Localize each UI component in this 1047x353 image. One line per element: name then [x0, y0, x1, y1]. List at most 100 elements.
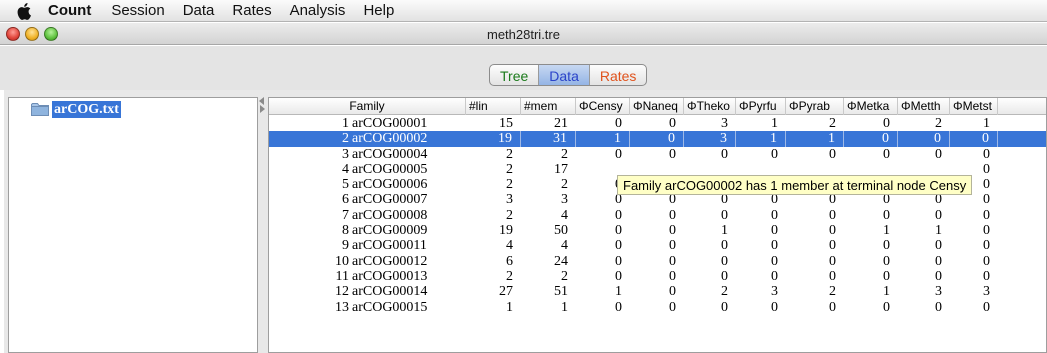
family-cell: 5 arCOG00006 [269, 177, 466, 192]
value-cell: 0 [669, 223, 676, 239]
table-row[interactable]: 12 arCOG00014 27 51 1 0 2 3 2 1 3 3 [269, 284, 1046, 299]
family-cell: 11 arCOG00013 [269, 269, 466, 284]
column-header-col7[interactable]: ΦPyrab [786, 98, 844, 115]
value-cell: 0 [935, 238, 942, 254]
value-cell: 0 [615, 238, 622, 254]
value-cell: 0 [829, 299, 836, 315]
apple-icon[interactable] [14, 2, 36, 20]
table-row[interactable]: 3 arCOG00004 2 2 0 0 0 0 0 0 0 0 [269, 147, 1046, 162]
column-header-col4[interactable]: ΦNaneq [630, 98, 684, 115]
value-cell: 0 [721, 253, 728, 269]
value-cell: 0 [771, 223, 778, 239]
tab-tree[interactable]: Tree [490, 65, 540, 85]
menu-analysis[interactable]: Analysis [290, 2, 346, 19]
menu-bar: Count Session Data Rates Analysis Help [0, 0, 1047, 22]
table-body: 1 arCOG00001 15 21 0 0 3 1 2 0 2 1 2 arCOG00002 19 31 1 0… [269, 116, 1046, 315]
menu-help[interactable]: Help [363, 2, 394, 19]
value-cell: 0 [669, 284, 676, 300]
value-cell: 0 [883, 116, 890, 131]
family-cell: 3 arCOG00004 [269, 147, 466, 162]
tab-data[interactable]: Data [539, 65, 590, 85]
menu-count[interactable]: Count [48, 2, 91, 19]
column-header-col5[interactable]: ΦTheko [684, 98, 736, 115]
value-cell: 0 [615, 253, 622, 269]
table-row[interactable]: 7 arCOG00008 2 4 0 0 0 0 0 0 0 0 [269, 208, 1046, 223]
data-table: Family #lin #mem ΦCensy ΦNaneq ΦTheko ΦPyrfu ΦP… [268, 97, 1047, 353]
family-name: arCOG00002 [352, 131, 428, 147]
value-cell: 2 [721, 284, 728, 300]
row-index: 11 [335, 268, 349, 284]
table-row[interactable]: 10 arCOG00012 6 24 0 0 0 0 0 0 0 0 [269, 254, 1046, 269]
family-name: arCOG00009 [352, 223, 428, 239]
file-label: arCOG.txt [52, 100, 121, 118]
split-pane-divider[interactable] [258, 97, 268, 353]
tab-rates[interactable]: Rates [590, 65, 647, 85]
column-header-col10[interactable]: ΦMetst [950, 98, 998, 115]
value-cell: 4 [561, 207, 568, 223]
value-cell: 0 [883, 253, 890, 269]
family-cell: 2 arCOG00002 [269, 131, 466, 146]
table-row[interactable]: 9 arCOG00011 4 4 0 0 0 0 0 0 0 0 [269, 238, 1046, 253]
table-row[interactable]: 2 arCOG00002 19 31 1 0 3 1 1 0 0 0 [269, 131, 1046, 147]
value-cell: 3 [721, 116, 728, 131]
row-index: 4 [342, 161, 349, 177]
family-cell: 9 arCOG00011 [269, 238, 466, 253]
value-cell: 0 [669, 146, 676, 162]
family-name: arCOG00013 [352, 268, 428, 284]
file-tree-panel: arCOG.txt [8, 97, 258, 353]
value-cell: 2 [829, 116, 836, 131]
column-header-col3[interactable]: ΦCensy [576, 98, 630, 115]
menu-rates[interactable]: Rates [232, 2, 271, 19]
value-cell: 1 [721, 223, 728, 239]
row-index: 3 [342, 146, 349, 162]
row-index: 6 [342, 192, 349, 208]
row-index: 2 [342, 131, 349, 147]
table-row[interactable]: 11 arCOG00013 2 2 0 0 0 0 0 0 0 0 [269, 269, 1046, 284]
column-header-col2[interactable]: #mem [521, 98, 576, 115]
column-header-family[interactable]: Family [269, 98, 466, 115]
value-cell: 0 [829, 223, 836, 239]
table-row[interactable]: 13 arCOG00015 1 1 0 0 0 0 0 0 0 0 [269, 300, 1046, 315]
value-cell: 2 [561, 268, 568, 284]
file-tree-item[interactable]: arCOG.txt [31, 100, 121, 118]
expand-right-icon[interactable] [260, 105, 265, 113]
value-cell: 0 [771, 146, 778, 162]
family-name: arCOG00007 [352, 192, 428, 208]
collapse-left-icon[interactable] [259, 97, 264, 105]
value-cell: 0 [669, 268, 676, 284]
value-cell: 0 [983, 268, 990, 284]
column-header-col1[interactable]: #lin [466, 98, 521, 115]
family-name: arCOG00006 [352, 177, 428, 193]
menu-data[interactable]: Data [183, 2, 215, 19]
value-cell: 0 [721, 268, 728, 284]
value-cell: 0 [883, 268, 890, 284]
value-cell: 0 [829, 146, 836, 162]
value-cell: 0 [883, 146, 890, 162]
value-cell: 0 [829, 207, 836, 223]
row-index: 5 [342, 177, 349, 193]
value-cell: 51 [554, 284, 568, 300]
value-cell: 0 [615, 116, 622, 131]
row-index: 10 [335, 253, 349, 269]
value-cell: 19 [466, 131, 521, 147]
value-cell: 1 [576, 131, 630, 147]
column-header-col8[interactable]: ΦMetka [844, 98, 898, 115]
menu-session[interactable]: Session [111, 2, 164, 19]
table-row[interactable]: 1 arCOG00001 15 21 0 0 3 1 2 0 2 1 [269, 116, 1046, 131]
window-title: meth28tri.tre [487, 27, 560, 42]
value-cell: 0 [829, 253, 836, 269]
value-cell: 0 [615, 207, 622, 223]
column-header-col9[interactable]: ΦMetth [898, 98, 950, 115]
row-index: 9 [342, 238, 349, 254]
table-row[interactable]: 8 arCOG00009 19 50 0 0 1 0 0 1 1 0 [269, 223, 1046, 238]
value-cell: 0 [771, 207, 778, 223]
family-cell: 13 arCOG00015 [269, 300, 466, 315]
column-header-col6[interactable]: ΦPyrfu [736, 98, 786, 115]
value-cell: 17 [554, 161, 568, 177]
value-cell: 0 [883, 299, 890, 315]
row-index: 7 [342, 207, 349, 223]
value-cell: 6 [506, 253, 513, 269]
family-cell: 1 arCOG00001 [269, 116, 466, 131]
value-cell: 2 [506, 161, 513, 177]
view-segmented-control: Tree Data Rates [489, 64, 648, 86]
